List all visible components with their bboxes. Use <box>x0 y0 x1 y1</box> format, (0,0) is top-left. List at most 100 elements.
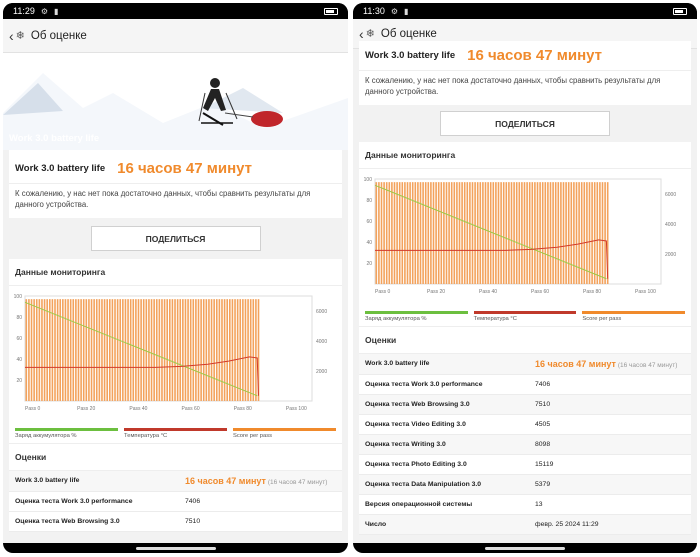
monitoring-card: Данные мониторинга 20 40 60 80 100 2000 4000 60… <box>359 142 691 535</box>
x-tick-label: Pass 80 <box>234 406 252 412</box>
row-value: 5379 <box>529 474 691 495</box>
row-key: Work 3.0 battery life <box>359 354 529 375</box>
row-key: Оценка теста Video Editing 3.0 <box>359 414 529 435</box>
x-tick-label: Pass 100 <box>635 289 656 295</box>
result-card: Work 3.0 battery life 16 часов 47 минут … <box>359 41 691 105</box>
legend-score-swatch <box>233 428 336 431</box>
share-area: ПОДЕЛИТЬСЯ <box>3 218 348 259</box>
row-value: 7510 <box>529 394 691 415</box>
app-screen: ‹ ❄ Об оценке Work 3.0 battery life 16 ч… <box>353 19 697 543</box>
y2-tick-label: 6000 <box>665 192 676 198</box>
monitoring-chart: 20 40 60 80 100 2000 4000 6000 Pass 0 Pass 20 Pass… <box>364 177 677 295</box>
monitoring-chart: 20 40 60 80 100 2000 4000 6000 Pass 0 Pass 20 Pass… <box>14 294 328 412</box>
y2-tick-label: 2000 <box>665 252 676 258</box>
row-value: 7510 <box>179 511 342 532</box>
y-tick-label: 80 <box>366 198 372 204</box>
battery-icon <box>324 7 338 15</box>
legend-battery-label: Заряд аккумулятора % <box>365 316 427 322</box>
back-icon[interactable]: ‹ <box>9 28 14 44</box>
legend-battery-swatch <box>365 311 468 314</box>
row-key: Оценка теста Data Manipulation 3.0 <box>359 474 529 495</box>
table-row: Оценка теста Web Browsing 3.0 7510 <box>9 511 342 532</box>
y2-tick-label: 4000 <box>665 222 676 228</box>
left-phone-screenshot: 11:29 ⚙ ▮ ‹ ❄ Об оценке Work 3.0 battery… <box>3 3 348 553</box>
share-button[interactable]: ПОДЕЛИТЬСЯ <box>90 226 261 251</box>
x-tick-label: Pass 100 <box>286 406 307 412</box>
sim-icon: ▮ <box>404 6 409 16</box>
row-key: Оценка теста Web Browsing 3.0 <box>359 394 529 415</box>
x-tick-label: Pass 60 <box>531 289 549 295</box>
legend-temperature: Температура °C <box>124 428 227 439</box>
result-card: Work 3.0 battery life 16 часов 47 минут … <box>9 150 342 218</box>
x-tick-label: Pass 20 <box>427 289 445 295</box>
monitoring-chart-box: 20 40 60 80 100 2000 4000 6000 Pass 0 Pass 20 Pass… <box>9 286 342 443</box>
app-screen: ‹ ❄ Об оценке Work 3.0 battery life Work… <box>3 19 348 543</box>
x-tick-label: Pass 20 <box>77 406 95 412</box>
page-title: Об оценке <box>380 27 437 40</box>
y2-tick-label: 2000 <box>316 369 327 375</box>
legend-temperature-label: Температура °C <box>124 433 168 439</box>
home-indicator[interactable] <box>485 547 565 550</box>
result-label: Work 3.0 battery life <box>365 50 456 61</box>
monitoring-chart-box: 20 40 60 80 100 2000 4000 6000 Pass 0 Pass 20 Pass… <box>359 169 691 326</box>
share-button[interactable]: ПОДЕЛИТЬСЯ <box>440 111 610 136</box>
y-tick-label: 100 <box>14 294 23 300</box>
results-table: Work 3.0 battery life 16 часов 47 минут (… <box>359 354 691 535</box>
result-title-row: Work 3.0 battery life 16 часов 47 минут <box>359 41 691 70</box>
table-row: Число февр. 25 2024 11:29 <box>359 514 691 535</box>
legend-temperature-label: Температура °C <box>473 316 517 322</box>
legend-score-label: Score per pass <box>582 316 622 322</box>
row-value: 8098 <box>529 434 691 455</box>
y-tick-label: 40 <box>366 240 372 246</box>
x-tick-label: Pass 0 <box>25 406 41 412</box>
y-tick-label: 60 <box>366 219 372 225</box>
notification-icon: ⚙ <box>40 6 49 16</box>
right-phone-screenshot: 11:30 ⚙ ▮ ‹ ❄ Об оценке Work 3.0 battery… <box>353 3 697 553</box>
status-time: 11:29 <box>13 6 35 16</box>
result-title-row: Work 3.0 battery life 16 часов 47 минут <box>9 150 342 183</box>
table-row: Оценка теста Work 3.0 performance 7406 <box>9 491 342 512</box>
share-area: ПОДЕЛИТЬСЯ <box>353 105 697 142</box>
status-bar: 11:29 ⚙ ▮ <box>3 3 348 19</box>
battery-life-sub: (16 часов 47 минут) <box>617 361 678 369</box>
row-value: 15119 <box>529 454 691 475</box>
y-tick-label: 60 <box>16 336 22 342</box>
monitoring-header: Данные мониторинга <box>9 259 342 286</box>
row-value: февр. 25 2024 11:29 <box>529 514 691 535</box>
back-icon[interactable]: ‹ <box>359 26 364 42</box>
home-indicator[interactable] <box>135 547 216 550</box>
hero-image: Work 3.0 battery life <box>3 53 348 150</box>
row-value: 13 <box>529 494 691 515</box>
y-tick-label: 80 <box>16 315 22 321</box>
legend-battery: Заряд аккумулятора % <box>15 428 118 439</box>
x-tick-label: Pass 40 <box>479 289 497 295</box>
page-title: Об оценке <box>30 29 87 42</box>
snowflake-icon: ❄ <box>15 30 25 42</box>
y-tick-label: 20 <box>16 378 22 384</box>
row-key: Оценка теста Writing 3.0 <box>359 434 529 455</box>
battery-life-value: 16 часов 47 минут <box>185 475 266 486</box>
row-value: 7406 <box>179 491 342 512</box>
row-value: 4505 <box>529 414 691 435</box>
y2-tick-label: 6000 <box>316 309 327 315</box>
y2-tick-label: 4000 <box>316 339 327 345</box>
legend-battery-label: Заряд аккумулятора % <box>15 433 77 439</box>
sim-icon: ▮ <box>54 6 59 16</box>
monitoring-header: Данные мониторинга <box>359 142 691 169</box>
table-row: Оценка теста Writing 3.0 8098 <box>359 434 691 455</box>
row-key: Оценка теста Photo Editing 3.0 <box>359 454 529 475</box>
x-tick-label: Pass 0 <box>375 289 391 295</box>
legend-score: Score per pass <box>582 311 686 322</box>
legend-battery-swatch <box>15 428 118 431</box>
results-header: Оценки <box>9 443 342 471</box>
row-key: Work 3.0 battery life <box>9 471 179 492</box>
row-key: Оценка теста Work 3.0 performance <box>359 374 529 395</box>
row-key: Версия операционной системы <box>359 494 529 515</box>
row-value: 16 часов 47 минут (16 часов 47 минут) <box>179 471 342 492</box>
legend-score-swatch <box>582 311 686 314</box>
row-key: Оценка теста Work 3.0 performance <box>9 491 179 512</box>
insufficient-data-note: К сожалению, у нас нет пока достаточно д… <box>9 183 342 218</box>
battery-life-value: 16 часов 47 минут <box>535 358 616 369</box>
monitoring-card: Данные мониторинга 20 40 60 80 100 2000 4000 60… <box>9 259 342 532</box>
status-time: 11:30 <box>363 6 385 16</box>
